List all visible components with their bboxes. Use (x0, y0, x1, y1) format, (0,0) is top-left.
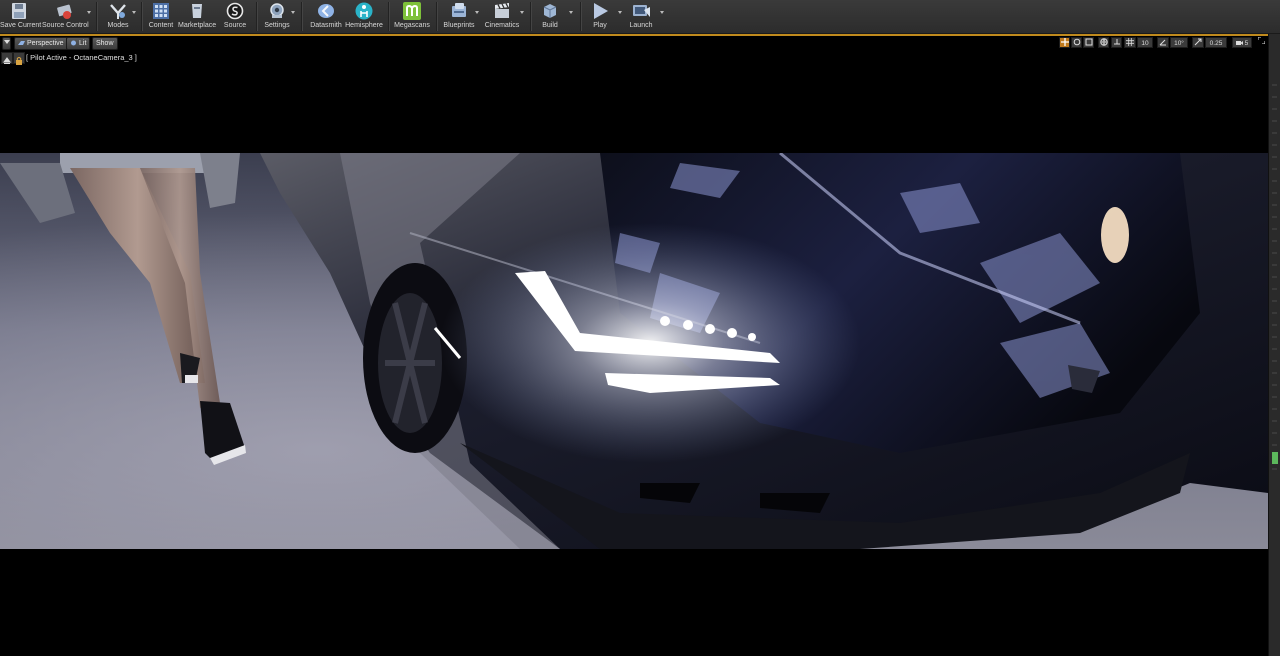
build-dropdown[interactable] (569, 11, 573, 14)
world-local-toggle[interactable] (1098, 37, 1109, 48)
source-control-button[interactable]: Source Control (42, 0, 89, 33)
render-image (0, 153, 1268, 549)
main-toolbar: Save Current Source Control Modes Conten… (0, 0, 1280, 34)
toolbar-separator (141, 2, 143, 31)
maximize-icon (1257, 36, 1265, 45)
datasmith-button[interactable]: Datasmith (309, 0, 343, 33)
perspective-label: Perspective (27, 40, 64, 47)
camera-speed-value: 5 (1244, 40, 1249, 47)
toolbar-separator (580, 2, 582, 31)
hemisphere-icon (355, 2, 373, 20)
build-icon (543, 4, 557, 18)
launch-dropdown[interactable] (660, 11, 664, 14)
realtime-toggle[interactable] (1059, 37, 1070, 48)
camera-speed-button[interactable]: 5 (1232, 37, 1252, 48)
toolbar-separator (436, 2, 438, 31)
status-indicator (1272, 452, 1278, 464)
rotate-tool[interactable] (1071, 37, 1082, 48)
viewport-options-button[interactable] (2, 37, 11, 50)
rotation-snap-value[interactable]: 10° (1170, 37, 1188, 48)
source-control-dropdown[interactable] (87, 11, 91, 14)
blueprints-icon (452, 3, 466, 17)
cinematics-dropdown[interactable] (520, 11, 524, 14)
cinematics-icon (495, 3, 509, 18)
content-button[interactable]: Content (148, 0, 174, 33)
chevron-down-icon (4, 40, 10, 44)
lit-icon (71, 40, 76, 46)
pilot-status-text: [ Pilot Active - OctaneCamera_3 ] (26, 53, 137, 62)
megascans-button[interactable]: Megascans (393, 0, 431, 33)
datasmith-icon (318, 4, 334, 18)
show-button[interactable]: Show (92, 37, 118, 50)
scale-icon (1085, 38, 1092, 46)
camera-icon (1235, 41, 1243, 46)
settings-button[interactable]: Settings (262, 0, 292, 33)
megascans-icon (403, 2, 421, 20)
play-icon (594, 3, 608, 19)
marketplace-button[interactable]: Marketplace (178, 0, 216, 33)
scale-snap-icon (1194, 38, 1202, 46)
modes-button[interactable]: Modes (104, 0, 132, 33)
grid-icon (1126, 38, 1134, 46)
settings-icon (270, 3, 284, 18)
perspective-button[interactable]: Perspective (14, 37, 68, 50)
launch-icon (633, 5, 650, 17)
marketplace-icon (192, 4, 202, 18)
build-button[interactable]: Build (537, 0, 563, 33)
rotation-snap-toggle[interactable] (1157, 37, 1169, 48)
hemisphere-button[interactable]: Hemisphere (345, 0, 383, 33)
save-current-button[interactable]: Save Current (0, 0, 41, 33)
blueprints-dropdown[interactable] (475, 11, 479, 14)
launch-button[interactable]: Launch (627, 0, 655, 33)
grid-snap-toggle[interactable] (1124, 37, 1136, 48)
scale-tool[interactable] (1083, 37, 1094, 48)
toolbar-separator (530, 2, 532, 31)
toolbar-separator (256, 2, 258, 31)
grid-snap-value[interactable]: 10 (1137, 37, 1153, 48)
settings-dropdown[interactable] (291, 11, 295, 14)
perspective-icon (18, 41, 25, 46)
camera-lock-icon (16, 57, 22, 65)
details-panel-edge[interactable] (1268, 34, 1280, 656)
lit-label: Lit (79, 40, 87, 47)
eject-pilot-button[interactable] (1, 52, 13, 64)
toolbar-separator (388, 2, 390, 31)
scale-snap-value[interactable]: 0.25 (1205, 37, 1227, 48)
cinematics-button[interactable]: Cinematics (484, 0, 520, 33)
toolbar-separator (96, 2, 98, 31)
viewport-toolbar: Perspective Lit Show 10 10° 0.25 5 (0, 36, 1268, 50)
toolbar-separator (301, 2, 303, 31)
angle-icon (1159, 39, 1166, 46)
pilot-lock-button[interactable] (13, 52, 25, 65)
rotate-icon (1073, 38, 1080, 46)
scale-snap-toggle[interactable] (1192, 37, 1204, 48)
panel-scrollbar[interactable] (1272, 74, 1277, 474)
source-button[interactable]: Source (220, 0, 250, 33)
content-icon (153, 3, 169, 19)
viewport-render[interactable] (0, 153, 1268, 549)
globe-icon (1099, 38, 1108, 46)
maximize-viewport-button[interactable] (1256, 36, 1266, 48)
modes-dropdown[interactable] (132, 11, 136, 14)
surface-snap-icon (1113, 39, 1120, 45)
lit-button[interactable]: Lit (66, 37, 91, 50)
source-control-icon (57, 4, 72, 19)
source-icon (226, 2, 244, 20)
show-label: Show (96, 40, 114, 47)
eject-icon (3, 57, 11, 64)
play-button[interactable]: Play (587, 0, 613, 33)
save-icon (12, 3, 26, 19)
blueprints-button[interactable]: Blueprints (442, 0, 476, 33)
move-icon (1060, 38, 1069, 46)
play-dropdown[interactable] (618, 11, 622, 14)
modes-icon (110, 4, 126, 19)
surface-snap-toggle[interactable] (1111, 37, 1122, 48)
